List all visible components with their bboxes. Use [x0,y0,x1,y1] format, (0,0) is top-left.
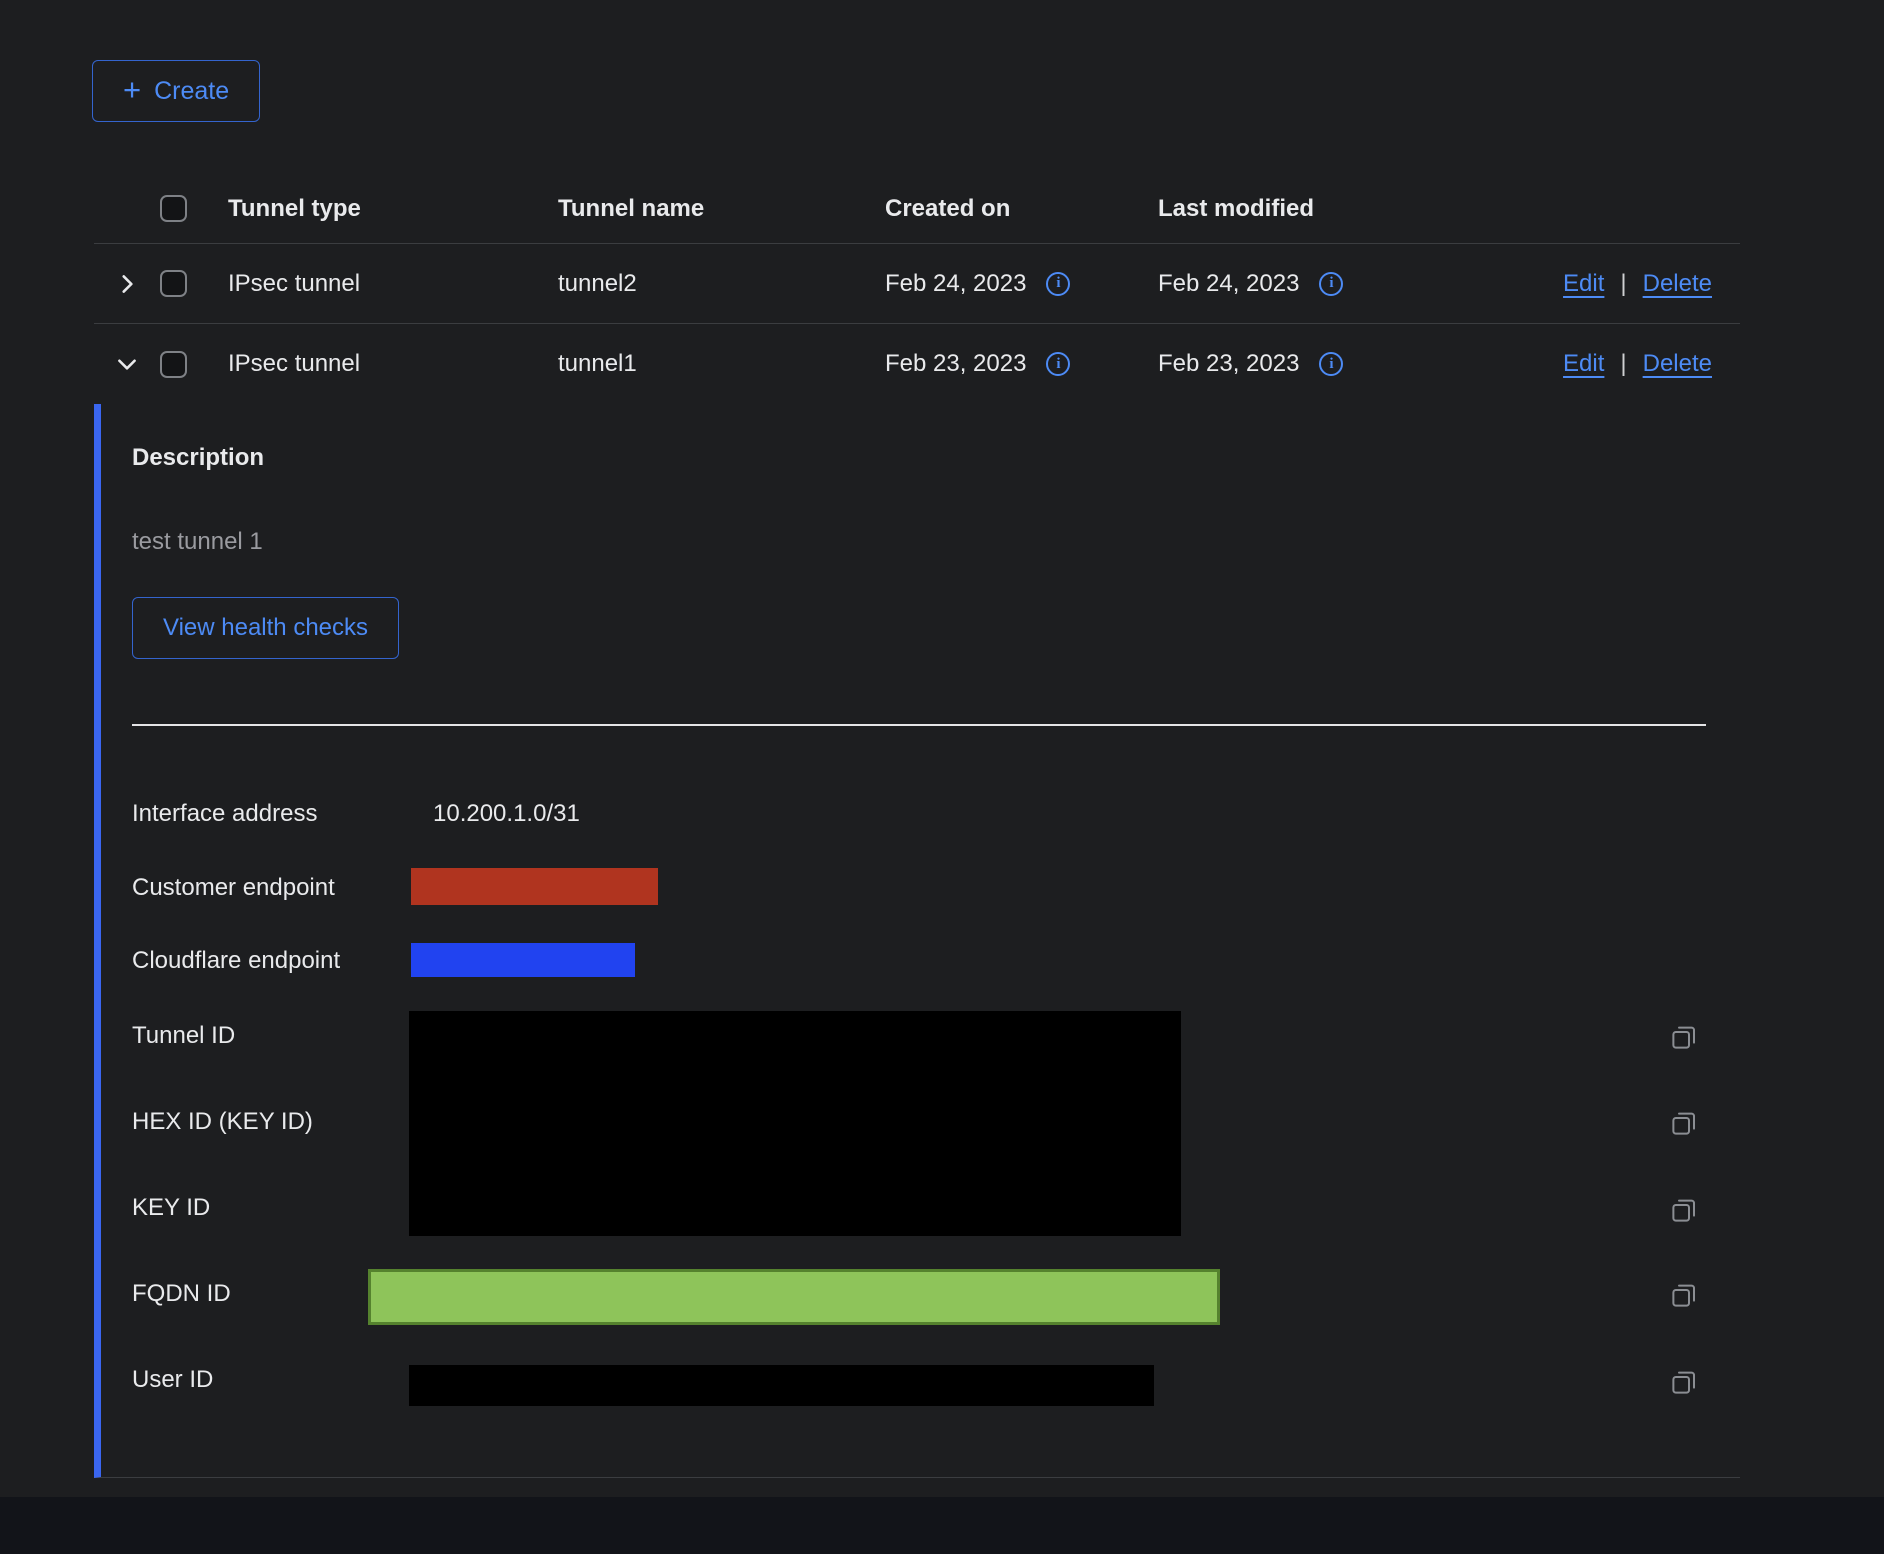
cloudflare-endpoint-label: Cloudflare endpoint [132,947,340,975]
page-bottom-strip [0,1497,1884,1554]
tunnel-hex-key-id-redacted-value [409,1011,1181,1236]
last-modified-value: Feb 24, 2023 [1158,270,1299,298]
last-modified-cell: Feb 23, 2023 i [1158,350,1458,378]
copy-icon [1669,1367,1699,1397]
row-checkbox[interactable] [160,270,187,297]
section-divider [132,724,1706,726]
user-id-label: User ID [132,1366,213,1394]
create-button[interactable]: + Create [92,60,260,122]
delete-link[interactable]: Delete [1643,270,1712,298]
last-modified-cell: Feb 24, 2023 i [1158,270,1458,298]
edit-link[interactable]: Edit [1563,270,1604,298]
description-label: Description [132,444,264,472]
action-separator: | [1620,350,1626,378]
customer-endpoint-redacted-value [411,868,658,905]
tunnel-type-cell: IPsec tunnel [228,270,558,298]
row-checkbox[interactable] [160,351,187,378]
row-actions: Edit | Delete [1458,350,1740,378]
action-separator: | [1620,270,1626,298]
interface-address-value: 10.200.1.0/31 [433,800,580,828]
header-last-modified: Last modified [1158,195,1458,223]
created-on-value: Feb 23, 2023 [885,350,1026,378]
copy-user-id-button[interactable] [1667,1365,1701,1399]
copy-icon [1669,1108,1699,1138]
table-row-tunnel1: IPsec tunnel tunnel1 Feb 23, 2023 i Feb … [94,324,1740,404]
key-id-label: KEY ID [132,1194,210,1222]
row-actions: Edit | Delete [1458,270,1740,298]
copy-key-id-button[interactable] [1667,1193,1701,1227]
fqdn-id-label: FQDN ID [132,1280,231,1308]
select-all-checkbox[interactable] [160,195,187,222]
copy-hex-id-button[interactable] [1667,1106,1701,1140]
chevron-down-icon [114,351,140,377]
copy-icon [1669,1280,1699,1310]
interface-address-label: Interface address [132,800,317,828]
customer-endpoint-label: Customer endpoint [132,874,335,902]
created-on-cell: Feb 23, 2023 i [885,350,1158,378]
cloudflare-endpoint-redacted-value [411,943,635,977]
plus-icon: + [123,74,141,105]
description-value: test tunnel 1 [132,528,263,556]
tunnel-id-label: Tunnel ID [132,1022,235,1050]
chevron-right-icon [114,271,140,297]
user-id-redacted-value [409,1365,1154,1406]
copy-icon [1669,1195,1699,1225]
fqdn-id-redacted-value [368,1269,1220,1325]
edit-link[interactable]: Edit [1563,350,1604,378]
tunnels-table: Tunnel type Tunnel name Created on Last … [94,174,1740,404]
table-header-row: Tunnel type Tunnel name Created on Last … [94,174,1740,244]
tunnel-name-cell: tunnel2 [558,270,885,298]
view-health-checks-button[interactable]: View health checks [132,597,399,659]
checkbox-cell [160,351,228,378]
expand-row-button[interactable] [114,271,140,297]
tunnel-name-cell: tunnel1 [558,350,885,378]
collapse-row-button[interactable] [114,351,140,377]
info-icon[interactable]: i [1319,272,1343,296]
last-modified-value: Feb 23, 2023 [1158,350,1299,378]
hex-id-label: HEX ID (KEY ID) [132,1108,313,1136]
checkbox-cell [160,270,228,297]
info-icon[interactable]: i [1046,352,1070,376]
info-icon[interactable]: i [1319,352,1343,376]
copy-tunnel-id-button[interactable] [1667,1020,1701,1054]
chevron-cell [94,351,160,377]
created-on-value: Feb 24, 2023 [885,270,1026,298]
chevron-cell [94,271,160,297]
table-row-tunnel2: IPsec tunnel tunnel2 Feb 24, 2023 i Feb … [94,244,1740,324]
header-created-on: Created on [885,195,1158,223]
header-tunnel-name: Tunnel name [558,195,885,223]
info-icon[interactable]: i [1046,272,1070,296]
copy-fqdn-id-button[interactable] [1667,1278,1701,1312]
created-on-cell: Feb 24, 2023 i [885,270,1158,298]
tunnel-details-panel: Description test tunnel 1 View health ch… [94,404,1740,1478]
header-tunnel-type: Tunnel type [228,195,558,223]
create-button-label: Create [154,77,229,106]
copy-icon [1669,1022,1699,1052]
tunnel-type-cell: IPsec tunnel [228,350,558,378]
tunnels-page: + Create Tunnel type Tunnel name Created… [0,0,1884,1554]
header-checkbox-cell [160,195,228,222]
delete-link[interactable]: Delete [1643,350,1712,378]
